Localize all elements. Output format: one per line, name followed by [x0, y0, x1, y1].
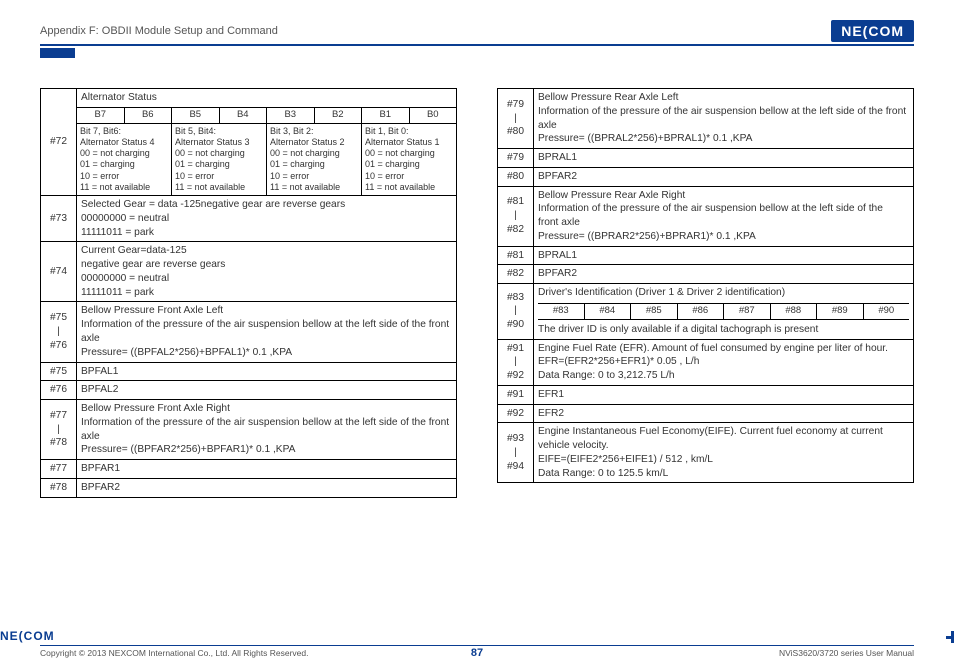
row-value: EFR2 — [534, 404, 914, 423]
row-content: Selected Gear = data -125negative gear a… — [77, 196, 457, 242]
row-index: #91 — [498, 385, 534, 404]
alternator-status-detail: Bit 7, Bit6: Alternator Status 4 00 = no… — [77, 124, 456, 196]
row-content: Current Gear=data-125 negative gear are … — [77, 242, 457, 302]
obd-table-left: #72 Alternator Status B7B6 B5B4 B3B2 B1B… — [40, 88, 457, 498]
row-index: #83 | #90 — [498, 284, 534, 339]
header-logo: NE(COM — [831, 20, 914, 42]
manual-title: NViS3620/3720 series User Manual — [779, 648, 914, 658]
row-value: BPFAL1 — [77, 362, 457, 381]
row-index: #77 | #78 — [41, 400, 77, 460]
row-index: #81 | #82 — [498, 186, 534, 246]
row-index: #73 — [41, 196, 77, 242]
row-index: #79 | #80 — [498, 89, 534, 149]
footer-logo: NE(COM — [0, 629, 55, 643]
blue-accent-bar — [40, 48, 75, 58]
row-index: #72 — [41, 89, 77, 196]
row-index: #75 — [41, 362, 77, 381]
driver-id-cells: #83#84 #85#86 #87#88 #89#90 — [538, 303, 909, 320]
row-content: Driver's Identification (Driver 1 & Driv… — [534, 284, 914, 339]
row-index: #78 — [41, 478, 77, 497]
row-index: #81 — [498, 246, 534, 265]
appendix-title: Appendix F: OBDII Module Setup and Comma… — [40, 25, 278, 37]
row-value: BPRAL1 — [534, 149, 914, 168]
row-value: BPFAL2 — [77, 381, 457, 400]
page-number: 87 — [471, 647, 483, 659]
row-value: BPFAR2 — [534, 167, 914, 186]
row-index: #74 — [41, 242, 77, 302]
row-index: #77 — [41, 460, 77, 479]
copyright-text: Copyright © 2013 NEXCOM International Co… — [40, 648, 308, 658]
obd-table-right: #79 | #80 Bellow Pressure Rear Axle Left… — [497, 88, 914, 483]
row-content: Engine Fuel Rate (EFR). Amount of fuel c… — [534, 339, 914, 385]
row-content: Engine Instantaneous Fuel Economy(EIFE).… — [534, 423, 914, 483]
row-content: Bellow Pressure Front Axle Left Informat… — [77, 302, 457, 362]
row-value: BPFAR2 — [534, 265, 914, 284]
bit-header: B7B6 B5B4 B3B2 B1B0 — [77, 108, 456, 123]
row-value: BPFAR1 — [77, 460, 457, 479]
row-index: #80 — [498, 167, 534, 186]
row-title: Alternator Status — [77, 89, 457, 108]
row-value: BPRAL1 — [534, 246, 914, 265]
row-index: #91 | #92 — [498, 339, 534, 385]
row-content: Bellow Pressure Rear Axle Right Informat… — [534, 186, 914, 246]
corner-icon — [942, 631, 954, 643]
row-index: #79 — [498, 149, 534, 168]
row-index: #82 — [498, 265, 534, 284]
row-content: Bellow Pressure Rear Axle Left Informati… — [534, 89, 914, 149]
row-value: BPFAR2 — [77, 478, 457, 497]
row-index: #92 — [498, 404, 534, 423]
row-index: #76 — [41, 381, 77, 400]
row-content: Bellow Pressure Front Axle Right Informa… — [77, 400, 457, 460]
row-index: #75 | #76 — [41, 302, 77, 362]
row-index: #93 | #94 — [498, 423, 534, 483]
row-value: EFR1 — [534, 385, 914, 404]
